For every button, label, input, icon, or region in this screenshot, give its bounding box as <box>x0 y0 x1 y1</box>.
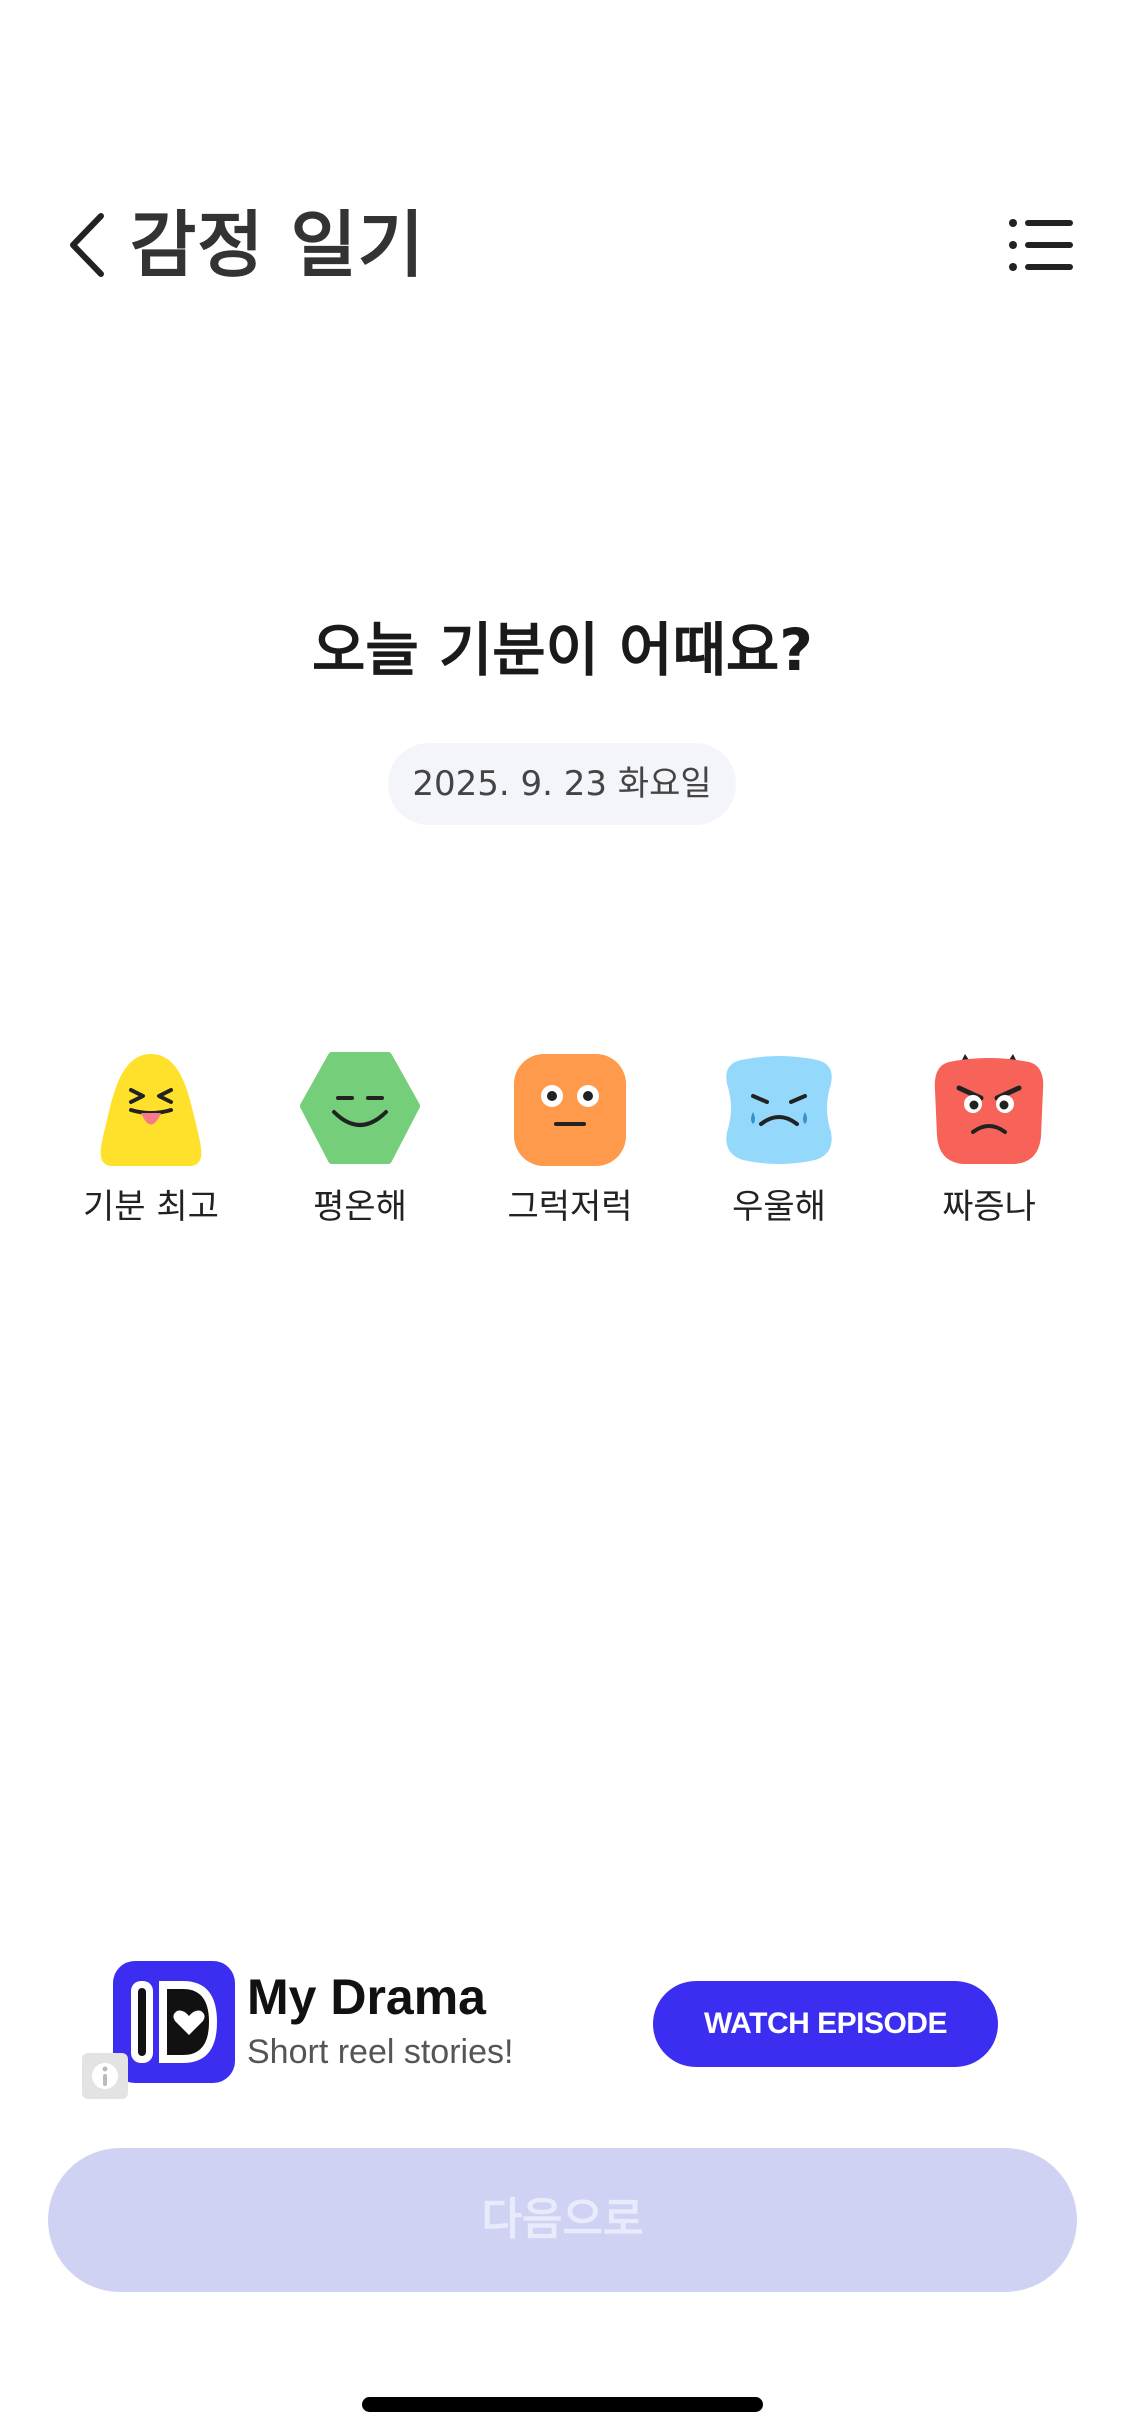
next-button[interactable]: 다음으로 <box>48 2148 1077 2292</box>
info-icon <box>92 2063 118 2089</box>
neutral-face-icon <box>514 1054 626 1166</box>
chevron-left-icon <box>70 213 104 277</box>
ad-subtitle: Short reel stories! <box>247 2033 514 2071</box>
watch-episode-button[interactable]: WATCH EPISODE <box>653 1981 998 2067</box>
mood-option-best[interactable]: 기분 최고 <box>56 1050 246 1240</box>
date-badge: 2025. 9. 23 화요일 <box>388 743 736 825</box>
mood-label: 짜증나 <box>942 1187 1036 1227</box>
mood-label: 기분 최고 <box>83 1187 219 1227</box>
angry-face-icon <box>934 1054 1044 1164</box>
ad-title: My Drama <box>247 1969 486 2025</box>
mood-question: 오늘 기분이 어때요? <box>312 616 813 684</box>
mood-label: 우울해 <box>732 1187 826 1227</box>
back-button[interactable] <box>52 210 122 280</box>
ad-banner[interactable]: My Drama Short reel stories! WATCH EPISO… <box>0 1945 1125 2105</box>
page-title: 감정 일기 <box>130 203 426 287</box>
list-icon <box>1009 219 1073 271</box>
mood-label: 그럭저럭 <box>507 1187 633 1227</box>
mood-label: 평온해 <box>313 1187 407 1227</box>
drama-app-icon <box>113 1961 235 2083</box>
ad-info-button[interactable] <box>82 2053 128 2099</box>
mood-option-sad[interactable]: 우울해 <box>684 1050 874 1240</box>
header: 감정 일기 <box>0 180 1125 310</box>
home-indicator[interactable] <box>362 2397 763 2412</box>
laughing-face-icon <box>100 1054 202 1166</box>
app-logo <box>113 1961 235 2083</box>
mood-selector: 기분 최고 평온해 그럭저럭 우울해 짜증나 <box>0 1050 1125 1250</box>
mood-option-angry[interactable]: 짜증나 <box>894 1050 1084 1240</box>
menu-button[interactable] <box>1005 215 1075 275</box>
mood-option-calm[interactable]: 평온해 <box>265 1050 455 1240</box>
calm-face-icon <box>300 1052 420 1164</box>
mood-option-soso[interactable]: 그럭저럭 <box>475 1050 665 1240</box>
sad-face-icon <box>726 1056 832 1164</box>
